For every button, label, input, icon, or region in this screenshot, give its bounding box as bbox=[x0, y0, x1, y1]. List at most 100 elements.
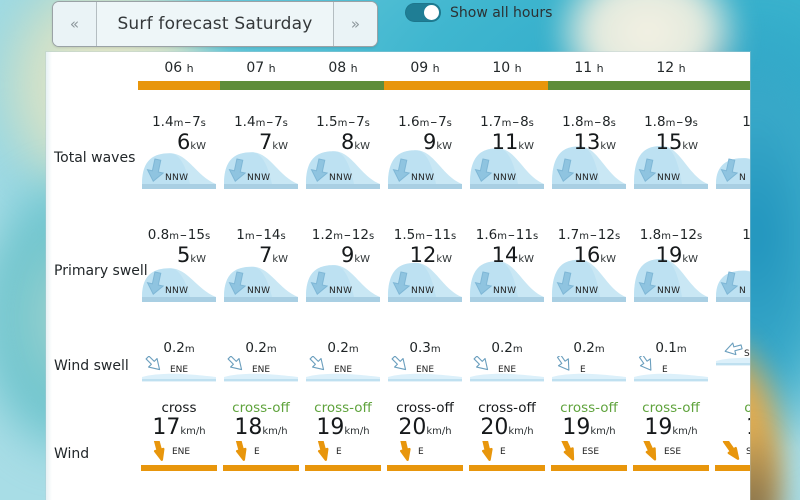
forecast-cell[interactable]: 1.5m–7s 8kW NNW bbox=[302, 114, 384, 192]
wave-period: 11 bbox=[515, 227, 533, 243]
power-unit: kW bbox=[518, 254, 534, 265]
power-unit: kW bbox=[600, 141, 616, 152]
wave-period: 14 bbox=[263, 227, 281, 243]
forecast-cell[interactable]: 1.4m–7s 7kW NNW bbox=[220, 114, 302, 192]
swell-height: 0.2m bbox=[548, 340, 630, 356]
forecast-cell[interactable]: cross 17km/h ENE bbox=[138, 400, 220, 472]
power-unit: kW bbox=[600, 254, 616, 265]
wind-arrow-block: E bbox=[386, 441, 464, 465]
wave-power: 11kW bbox=[492, 132, 534, 153]
forecast-cell[interactable]: cross-off 19km/h ESE bbox=[630, 400, 712, 472]
forecast-cell[interactable]: 0.2m ENE bbox=[466, 340, 548, 382]
wave-graphic: 14kW NNW bbox=[468, 243, 546, 305]
forecast-cell[interactable]: 1.9 1N bbox=[712, 114, 750, 192]
separator: – bbox=[512, 114, 520, 130]
swell-direction-label: ENE bbox=[416, 365, 435, 375]
forecast-cell[interactable]: 1.7m–8s 11kW NNW bbox=[466, 114, 548, 192]
forecast-cell[interactable]: 1.4m–7s 6kW NNW bbox=[138, 114, 220, 192]
wind-strength-bar bbox=[715, 465, 750, 472]
wave-direction-label: NNW bbox=[493, 286, 517, 296]
hour-label[interactable]: 09 h bbox=[384, 60, 466, 76]
wave-direction-label: NNW bbox=[247, 286, 271, 296]
forecast-cell[interactable]: 1.2m–12s 9kW NNW bbox=[302, 227, 384, 305]
wave-graphic: 7kW NNW bbox=[222, 243, 300, 305]
height-unit: m bbox=[512, 344, 523, 355]
hour-unit: h bbox=[596, 62, 604, 75]
wave-height: 1.9 bbox=[742, 114, 750, 130]
period-unit: s bbox=[610, 118, 616, 129]
hour-label[interactable]: 07 h bbox=[220, 60, 302, 76]
forecast-cell[interactable]: 0.2m E bbox=[548, 340, 630, 382]
swell-graphic: ENE bbox=[468, 356, 546, 382]
forecast-cell[interactable]: 0.3m ENE bbox=[384, 340, 466, 382]
wind-strength-bar bbox=[223, 465, 299, 472]
swell-graphic: E bbox=[550, 356, 628, 382]
height-value: 0.2 bbox=[163, 340, 185, 356]
power-unit: kW bbox=[354, 254, 370, 265]
forecast-cell[interactable]: cross-off 20km/h E bbox=[384, 400, 466, 472]
power-value: 14 bbox=[491, 243, 519, 267]
separator: – bbox=[594, 114, 602, 130]
power-value: 8 bbox=[340, 130, 355, 154]
speed-value: 1 bbox=[746, 415, 750, 440]
forecast-cell[interactable]: cross-off 18km/h E bbox=[220, 400, 302, 472]
rating-segment-green bbox=[630, 81, 712, 90]
forecast-cell[interactable]: 1.5m–11s 12kW NNW bbox=[384, 227, 466, 305]
speed-unit: km/h bbox=[262, 426, 288, 437]
hour-label[interactable]: 06 h bbox=[138, 60, 220, 76]
height-value: 0.2 bbox=[245, 340, 267, 356]
forecast-cell[interactable]: 1m–14s 7kW NNW bbox=[220, 227, 302, 305]
period-unit: s bbox=[368, 231, 375, 242]
period-unit: s bbox=[532, 231, 539, 242]
forecast-cell[interactable]: cross-off 19km/h E bbox=[302, 400, 384, 472]
forecast-cell[interactable]: cross-off 19km/h ESE bbox=[548, 400, 630, 472]
wind-swell-icon bbox=[634, 356, 708, 382]
height-unit: m bbox=[583, 118, 594, 129]
forecast-cell[interactable]: 1.9 2N bbox=[712, 227, 750, 305]
forecast-cell[interactable]: 1.8m–8s 13kW NNW bbox=[548, 114, 630, 192]
wave-height-period: 1.6m–7s bbox=[384, 114, 466, 130]
wind-direction-label: ESE bbox=[664, 447, 682, 458]
wave-height: 1.7 bbox=[557, 227, 580, 243]
hour-label[interactable]: 08 h bbox=[302, 60, 384, 76]
wave-graphic: 12kW NNW bbox=[386, 243, 464, 305]
forecast-cell[interactable]: off1 S bbox=[712, 400, 750, 472]
next-day-button[interactable]: » bbox=[333, 2, 377, 46]
forecast-cell[interactable]: 0.2m ENE bbox=[302, 340, 384, 382]
swell-graphic: ENE bbox=[386, 356, 464, 382]
period-unit: s bbox=[282, 118, 288, 129]
forecast-cell[interactable]: cross-off 20km/h E bbox=[466, 400, 548, 472]
hour-label[interactable]: 10 h bbox=[466, 60, 548, 76]
hour-label[interactable]: 11 h bbox=[548, 60, 630, 76]
wave-period: 9 bbox=[684, 114, 693, 130]
forecast-cell[interactable]: 0.2m ENE bbox=[138, 340, 220, 382]
show-all-hours-toggle[interactable] bbox=[405, 3, 441, 22]
forecast-cell[interactable]: S bbox=[712, 340, 750, 382]
wind-direction-label: ENE bbox=[172, 447, 191, 458]
wave-graphic: 1N bbox=[714, 130, 750, 192]
wave-direction-label: NNW bbox=[329, 286, 353, 296]
swell-direction-arrow bbox=[556, 356, 570, 371]
forecast-cell[interactable]: 0.8m–15s 5kW NNW bbox=[138, 227, 220, 305]
hour-label[interactable]: 1 bbox=[712, 60, 750, 76]
forecast-cell[interactable]: 1.8m–9s 15kW NNW bbox=[630, 114, 712, 192]
hour-label[interactable]: 12 h bbox=[630, 60, 712, 76]
forecast-cell[interactable]: 0.1m E bbox=[630, 340, 712, 382]
wind-strength-bar bbox=[387, 465, 463, 472]
rating-segment-orange bbox=[466, 81, 548, 90]
forecast-cell[interactable]: 0.2m ENE bbox=[220, 340, 302, 382]
wave-height-period: 1.8m–12s bbox=[630, 227, 712, 243]
wind-swell-icon bbox=[552, 356, 626, 382]
forecast-cell[interactable]: 1.8m–12s 19kW NNW bbox=[630, 227, 712, 305]
forecast-cell[interactable]: 1.6m–7s 9kW NNW bbox=[384, 114, 466, 192]
row-label: Wind bbox=[54, 446, 90, 462]
rating-segment-orange bbox=[138, 81, 220, 90]
wind-speed: 19km/h bbox=[630, 416, 712, 439]
wave-power: 14kW bbox=[492, 245, 534, 266]
previous-day-button[interactable]: « bbox=[53, 2, 97, 46]
forecast-cell[interactable]: 1.6m–11s 14kW NNW bbox=[466, 227, 548, 305]
wind-direction-label: S bbox=[746, 447, 750, 458]
power-value: 7 bbox=[258, 243, 273, 267]
forecast-cell[interactable]: 1.7m–12s 16kW NNW bbox=[548, 227, 630, 305]
speed-unit: km/h bbox=[672, 426, 698, 437]
